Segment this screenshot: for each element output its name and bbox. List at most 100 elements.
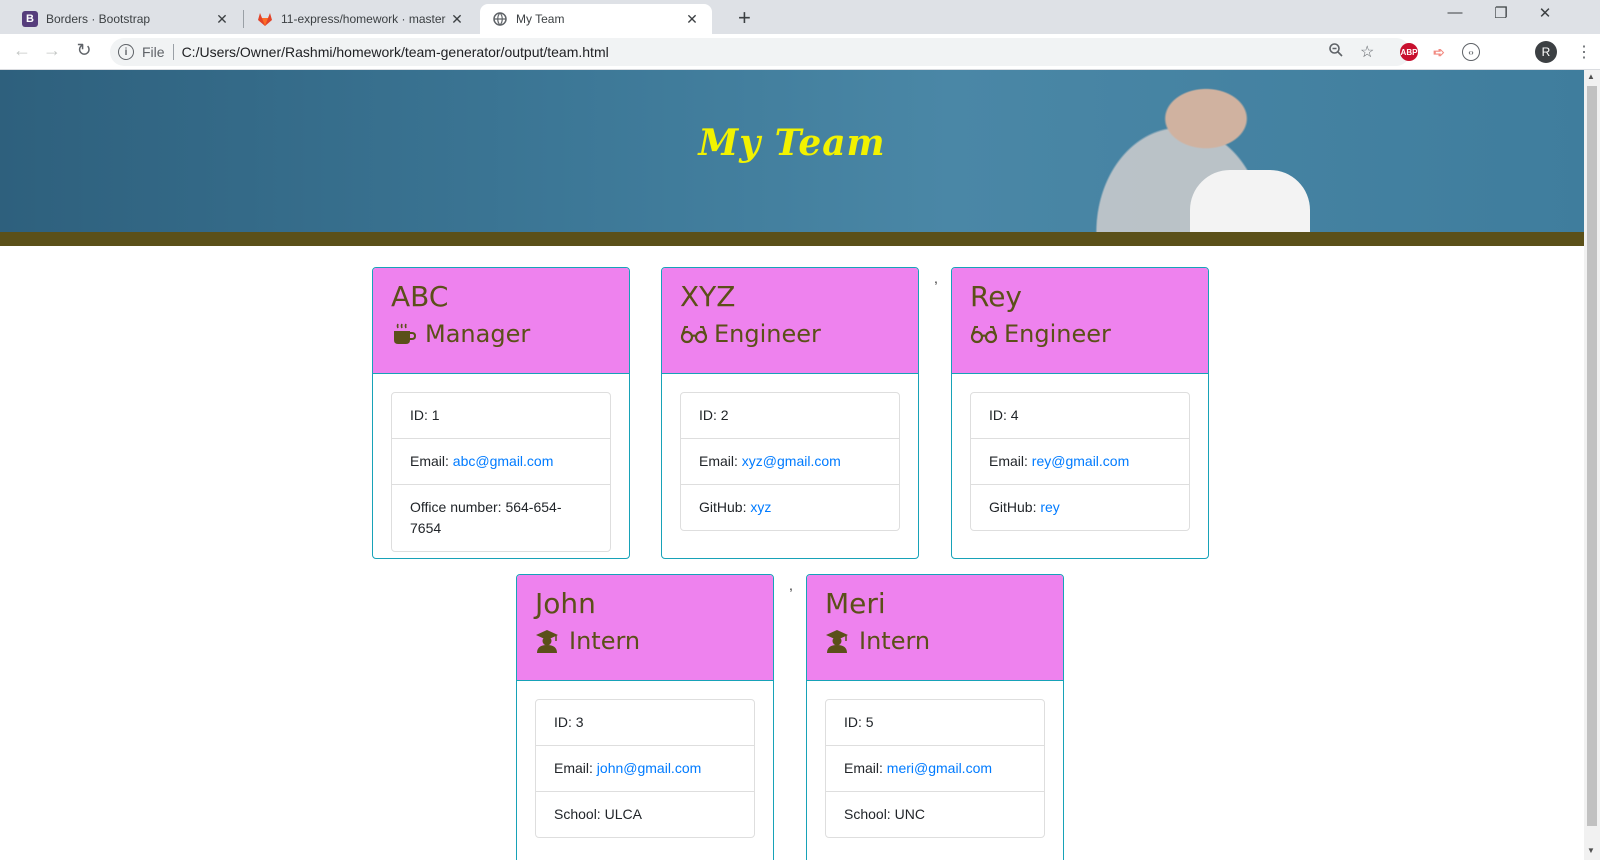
extension-circle-icon[interactable]: ‹› (1462, 43, 1480, 61)
extension-arrow-icon[interactable]: ➪ (1430, 43, 1448, 61)
member-role: Engineer (680, 320, 900, 348)
github-link[interactable]: rey (1040, 499, 1059, 515)
member-email: Email: abc@gmail.com (392, 439, 610, 485)
card-body: ID: 2 Email: xyz@gmail.com GitHub: xyz (662, 374, 918, 549)
school-label: School: (844, 806, 895, 822)
member-email: Email: meri@gmail.com (826, 746, 1044, 792)
member-name: XYZ (680, 280, 736, 313)
graduate-icon (535, 629, 561, 653)
member-office-number: Office number: 564-654-7654 (392, 485, 610, 551)
header-band (0, 232, 1584, 246)
role-label: Engineer (1004, 320, 1111, 348)
school-value: UNC (894, 806, 925, 822)
email-label: Email: (844, 760, 887, 776)
new-tab-button[interactable]: + (738, 5, 751, 31)
hero-robot-image (1190, 170, 1310, 232)
tab-title: Borders · Bootstrap (46, 12, 151, 26)
reload-icon[interactable]: ↻ (72, 40, 96, 61)
separator-comma: , (934, 270, 938, 286)
close-window-icon[interactable]: ✕ (1530, 4, 1560, 22)
role-label: Engineer (714, 320, 821, 348)
email-link[interactable]: xyz@gmail.com (742, 453, 841, 469)
omnibox-divider (172, 44, 174, 60)
email-label: Email: (989, 453, 1032, 469)
card-body: ID: 4 Email: rey@gmail.com GitHub: rey (952, 374, 1208, 549)
back-icon[interactable]: ← (10, 40, 34, 61)
office-label: Office number: (410, 499, 506, 515)
member-id: ID: 5 (826, 700, 1044, 746)
scrollbar-thumb[interactable] (1587, 86, 1597, 826)
minimize-icon[interactable]: — (1440, 4, 1470, 21)
member-role: Manager (391, 320, 611, 348)
tab-borders-bootstrap[interactable]: B Borders · Bootstrap ✕ (10, 4, 242, 34)
tab-divider (243, 10, 244, 28)
scroll-up-icon[interactable]: ▲ (1587, 72, 1595, 81)
tab-title: My Team (516, 12, 565, 26)
hero-banner: My Team (0, 70, 1584, 232)
close-tab-icon[interactable]: ✕ (449, 11, 465, 28)
globe-icon (492, 11, 508, 27)
school-value: ULCA (604, 806, 642, 822)
member-name: ABC (391, 280, 449, 313)
email-label: Email: (699, 453, 742, 469)
member-id: ID: 1 (392, 393, 610, 439)
member-card: ABC Manager ID: 1 Email: abc@gmail.com O… (372, 267, 630, 559)
member-role: Intern (825, 627, 1045, 655)
forward-icon[interactable]: → (40, 40, 64, 61)
member-name: Rey (970, 280, 1022, 313)
close-tab-icon[interactable]: ✕ (684, 11, 700, 28)
email-link[interactable]: rey@gmail.com (1032, 453, 1129, 469)
email-link[interactable]: meri@gmail.com (887, 760, 992, 776)
address-bar[interactable]: i File C:/Users/Owner/Rashmi/homework/te… (110, 38, 1410, 66)
profile-avatar[interactable]: R (1535, 41, 1557, 63)
member-details: ID: 2 Email: xyz@gmail.com GitHub: xyz (680, 392, 900, 531)
member-id: ID: 2 (681, 393, 899, 439)
card-header: Rey Engineer (952, 268, 1208, 374)
site-info-icon[interactable]: i (118, 44, 134, 60)
tab-my-team[interactable]: My Team ✕ (480, 4, 712, 34)
restore-icon[interactable]: ❐ (1486, 4, 1516, 22)
member-id: ID: 4 (971, 393, 1189, 439)
page-scrollbar[interactable]: ▲ ▼ (1584, 70, 1600, 860)
github-label: GitHub: (699, 499, 751, 515)
close-tab-icon[interactable]: ✕ (214, 11, 230, 28)
github-link[interactable]: xyz (750, 499, 771, 515)
member-email: Email: rey@gmail.com (971, 439, 1189, 485)
role-label: Intern (569, 627, 641, 655)
member-card: Meri Intern ID: 5 Email: meri@gmail.com … (806, 574, 1064, 860)
bookmark-star-icon[interactable]: ☆ (1360, 42, 1374, 62)
scroll-down-icon[interactable]: ▼ (1587, 846, 1595, 855)
email-label: Email: (554, 760, 597, 776)
role-label: Intern (859, 627, 931, 655)
member-github: GitHub: xyz (681, 485, 899, 530)
url-text[interactable]: C:/Users/Owner/Rashmi/homework/team-gene… (182, 44, 609, 60)
member-details: ID: 3 Email: john@gmail.com School: ULCA (535, 699, 755, 838)
gitlab-icon (257, 11, 273, 27)
zoom-icon[interactable] (1328, 42, 1344, 63)
card-header: John Intern (517, 575, 773, 681)
card-header: Meri Intern (807, 575, 1063, 681)
separator-comma: , (789, 577, 793, 593)
member-github: GitHub: rey (971, 485, 1189, 530)
browser-toolbar: ← → ↻ i File C:/Users/Owner/Rashmi/homew… (0, 34, 1600, 70)
coffee-icon (391, 322, 417, 346)
member-email: Email: xyz@gmail.com (681, 439, 899, 485)
menu-kebab-icon[interactable]: ⋮ (1576, 42, 1592, 62)
scheme-label: File (142, 44, 165, 60)
glasses-icon (970, 322, 998, 346)
tab-strip: B Borders · Bootstrap ✕ 11-express/homew… (0, 0, 1600, 34)
email-link[interactable]: john@gmail.com (597, 760, 701, 776)
bootstrap-icon: B (22, 11, 38, 27)
adblock-icon[interactable]: ABP (1400, 43, 1418, 61)
email-link[interactable]: abc@gmail.com (453, 453, 554, 469)
role-label: Manager (425, 320, 531, 348)
card-header: ABC Manager (373, 268, 629, 374)
graduate-icon (825, 629, 851, 653)
member-name: Meri (825, 587, 886, 620)
member-id: ID: 3 (536, 700, 754, 746)
member-school: School: UNC (826, 792, 1044, 837)
member-details: ID: 4 Email: rey@gmail.com GitHub: rey (970, 392, 1190, 531)
tab-title: 11-express/homework · master · (281, 12, 449, 26)
tab-gitlab-homework[interactable]: 11-express/homework · master · ✕ (245, 4, 477, 34)
member-card: XYZ Engineer ID: 2 Email: xyz@gmail.com … (661, 267, 919, 559)
